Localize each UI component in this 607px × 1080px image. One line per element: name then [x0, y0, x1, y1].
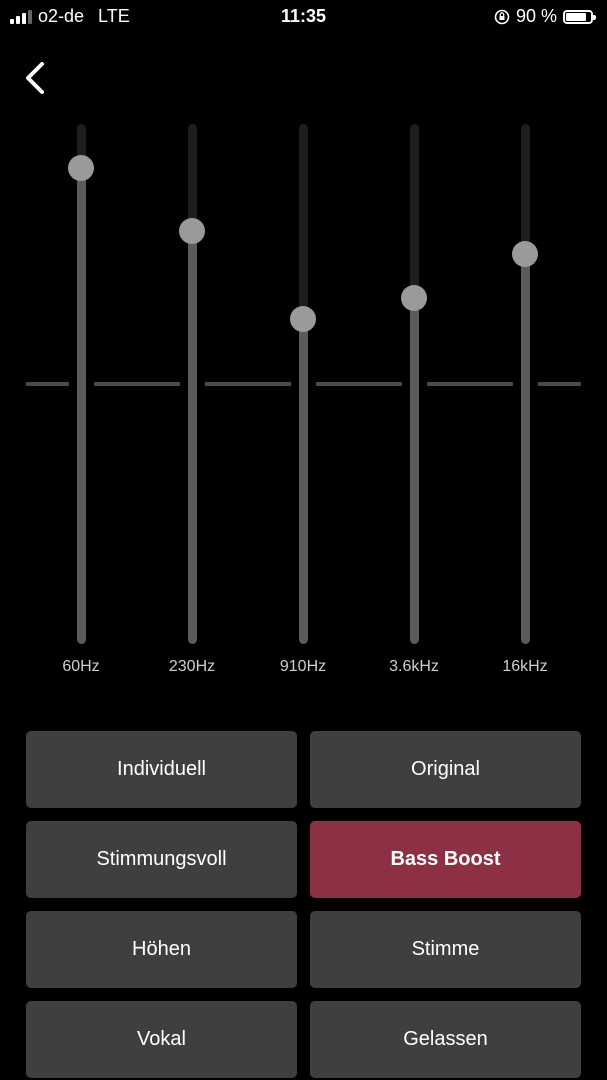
preset-label: Vokal: [137, 1028, 186, 1050]
band-slider-track[interactable]: [187, 124, 197, 644]
band-slider-track[interactable]: [520, 124, 530, 644]
preset-label: Individuell: [117, 758, 206, 780]
equalizer: 60Hz 230Hz 910Hz 3.6kHz 16kHz: [0, 0, 607, 700]
band-frequency-label: 16kHz: [502, 658, 548, 675]
band-frequency-label: 230Hz: [168, 658, 216, 675]
band-frequency-label: 3.6kHz: [389, 658, 439, 675]
preset-button[interactable]: Stimme: [310, 911, 581, 988]
band-slider-knob[interactable]: [179, 217, 205, 244]
zero-line-segment: [26, 382, 69, 386]
preset-button[interactable]: Höhen: [26, 911, 297, 988]
band-slider-fill: [187, 230, 197, 644]
band-slider-track[interactable]: [298, 124, 308, 644]
preset-label: Original: [411, 758, 480, 780]
band-slider-knob[interactable]: [512, 241, 538, 267]
preset-grid: Individuell Original Stimmungsvoll Bass Boo…: [26, 731, 581, 1078]
band-slider-fill: [409, 298, 419, 644]
preset-label: Höhen: [132, 938, 191, 960]
preset-button[interactable]: Vokal: [26, 1001, 297, 1078]
preset-label: Stimme: [411, 938, 480, 960]
band-slider-track[interactable]: [409, 124, 419, 644]
preset-label: Gelassen: [403, 1028, 488, 1050]
band-slider-track[interactable]: [76, 124, 86, 644]
zero-line-segment: [538, 382, 581, 386]
band-slider-knob[interactable]: [290, 306, 316, 332]
zero-line-segment: [427, 382, 513, 386]
zero-line-segment: [94, 382, 180, 386]
band-frequency-label: 910Hz: [279, 658, 327, 675]
band-slider-fill: [520, 254, 530, 644]
preset-button[interactable]: Individuell: [26, 731, 297, 808]
band-slider-fill: [298, 319, 308, 644]
band-frequency-label: 60Hz: [62, 658, 100, 675]
preset-label: Stimmungsvoll: [96, 848, 227, 870]
preset-label: Bass Boost: [390, 848, 501, 870]
preset-button[interactable]: Bass Boost: [310, 821, 581, 898]
preset-button[interactable]: Gelassen: [310, 1001, 581, 1078]
zero-line-segment: [205, 382, 291, 386]
band-slider-knob[interactable]: [68, 155, 94, 182]
band-slider-fill: [76, 168, 86, 644]
band-slider-knob[interactable]: [401, 285, 427, 312]
preset-button[interactable]: Original: [310, 731, 581, 808]
preset-button[interactable]: Stimmungsvoll: [26, 821, 297, 898]
zero-line-segment: [316, 382, 402, 386]
